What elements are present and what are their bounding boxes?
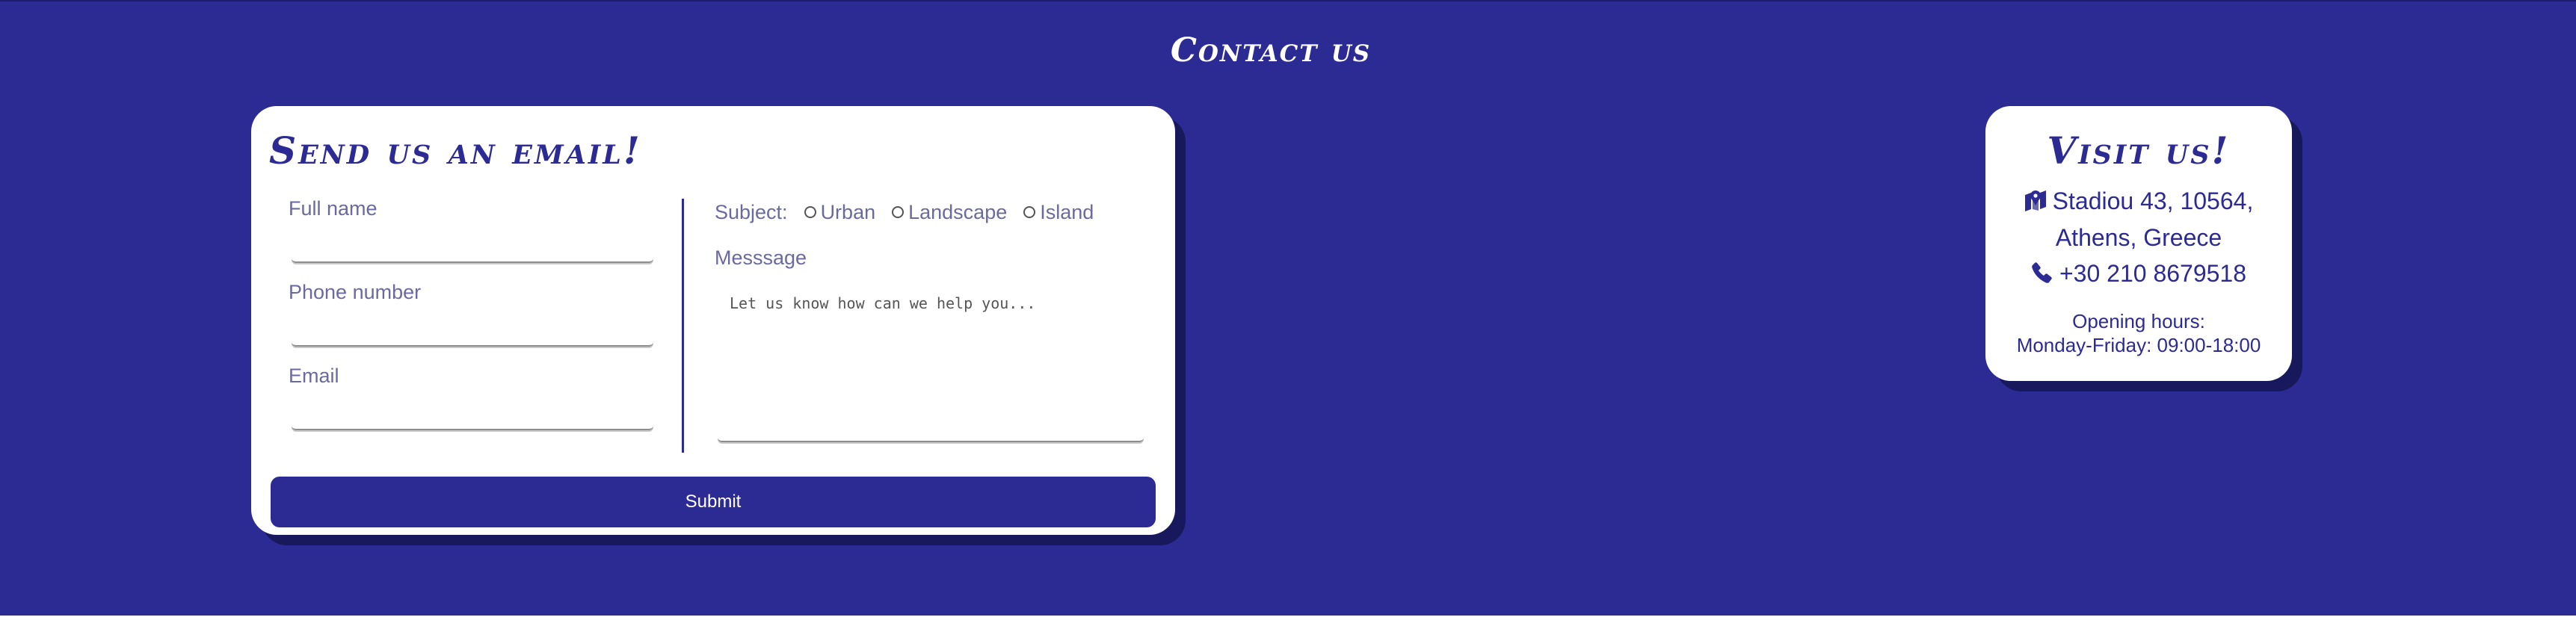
hours-value: Monday-Friday: 09:00-18:00: [2016, 334, 2261, 356]
full-name-input[interactable]: [292, 232, 653, 263]
subject-option-urban[interactable]: Urban: [804, 200, 876, 224]
subject-option-label: Island: [1040, 200, 1094, 223]
address-line-2: Athens, Greece: [2055, 223, 2222, 251]
visit-card-title: Visit us!: [2047, 128, 2231, 173]
address-line-1-row: Stadiou 43, 10564,: [1985, 184, 2292, 220]
subject-option-label: Landscape: [908, 200, 1008, 223]
section-title: Contact us: [1170, 31, 1372, 69]
subject-option-label: Urban: [820, 200, 876, 223]
phone-number: +30 210 8679518: [2059, 260, 2247, 287]
visit-card: Visit us! Stadiou 43, 10564, Athens, Gre…: [1985, 106, 2292, 381]
top-border: [0, 0, 2576, 1]
map-marker-icon: [2024, 186, 2047, 220]
phone-number-input[interactable]: [292, 315, 653, 347]
email-field: Email: [289, 365, 655, 448]
address-block: Stadiou 43, 10564, Athens, Greece: [1985, 184, 2292, 255]
email-card: Send us an email! Full name Phone number…: [251, 106, 1175, 535]
radio-island[interactable]: [1023, 206, 1036, 218]
radio-urban[interactable]: [804, 206, 816, 218]
contact-fields: Full name Phone number Email: [289, 197, 655, 448]
full-name-field: Full name: [289, 197, 655, 281]
email-card-title: Send us an email!: [269, 128, 642, 173]
subject-label: Subject:: [715, 200, 788, 223]
hours-label: Opening hours:: [2072, 310, 2205, 332]
message-section: Subject: Urban Landscape Island Messsage: [715, 197, 1148, 442]
subject-option-landscape[interactable]: Landscape: [892, 201, 1007, 224]
phone-number-field: Phone number: [289, 281, 655, 365]
submit-button[interactable]: Submit: [271, 477, 1156, 527]
email-label: Email: [289, 365, 339, 387]
subject-row: Subject: Urban Landscape Island: [715, 197, 1148, 227]
phone-row: +30 210 8679518: [1985, 260, 2292, 290]
full-name-label: Full name: [289, 197, 378, 220]
subject-option-island[interactable]: Island: [1023, 201, 1094, 224]
bottom-strip: [0, 616, 2576, 623]
column-divider: [682, 199, 684, 453]
phone-icon: [2031, 261, 2053, 290]
email-input[interactable]: [292, 399, 653, 430]
address-line-1: Stadiou 43, 10564,: [2052, 187, 2254, 214]
message-textarea[interactable]: [718, 285, 1144, 442]
subject-radio-group: Urban Landscape Island: [804, 201, 1111, 224]
phone-number-label: Phone number: [289, 281, 422, 303]
message-label: Messsage: [715, 247, 807, 269]
radio-landscape[interactable]: [892, 206, 905, 218]
hours-block: Opening hours: Monday-Friday: 09:00-18:0…: [1985, 309, 2292, 357]
